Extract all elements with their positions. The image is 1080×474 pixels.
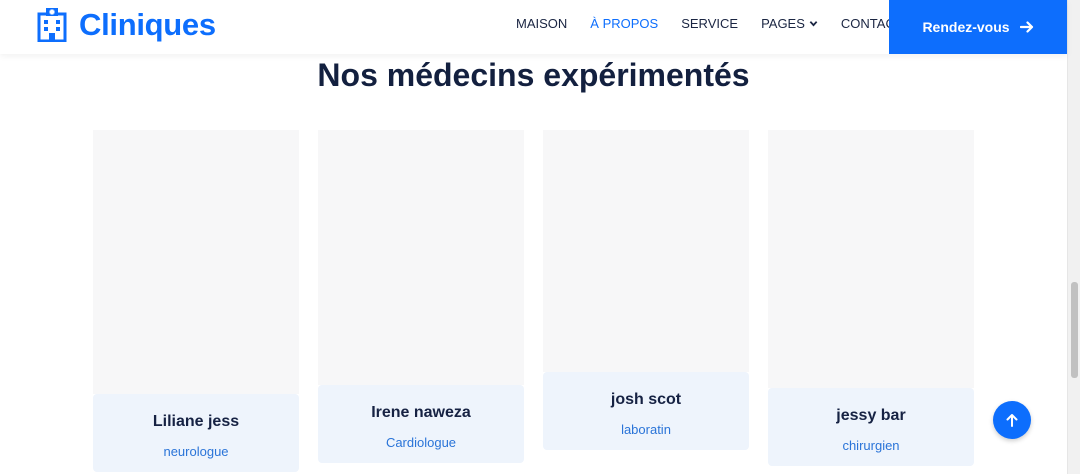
section-title: Nos médecins expérimentés <box>317 57 750 93</box>
doctor-role: chirurgien <box>842 438 900 453</box>
nav-item-service[interactable]: SERVICE <box>681 16 738 31</box>
doctor-photo <box>768 130 974 388</box>
doctor-role: neurologue <box>163 444 229 459</box>
doctor-name: Irene naweza <box>371 404 471 421</box>
page-scrollbar[interactable] <box>1067 0 1080 474</box>
doctor-role: laboratin <box>621 422 671 437</box>
doctor-info: Irene naweza Cardiologue <box>318 385 524 463</box>
doctor-info: Liliane jess neurologue <box>93 394 299 472</box>
chevron-down-icon <box>809 21 818 27</box>
doctor-role: Cardiologue <box>385 435 457 450</box>
arrow-right-icon <box>1019 21 1033 33</box>
brand[interactable]: Cliniques <box>37 7 216 43</box>
doctor-photo <box>543 130 749 372</box>
doctor-photo <box>93 130 299 394</box>
nav-item-pages-label: PAGES <box>761 16 805 31</box>
appointment-button[interactable]: Rendez-vous <box>889 0 1067 54</box>
arrow-up-icon <box>1006 414 1018 427</box>
main-nav: MAISON À PROPOS SERVICE PAGES CONTACT <box>516 16 903 31</box>
doctor-photo <box>318 130 524 385</box>
doctor-name: Liliane jess <box>152 413 240 430</box>
scrollbar-thumb[interactable] <box>1071 282 1078 378</box>
nav-item-maison[interactable]: MAISON <box>516 16 567 31</box>
hospital-icon <box>37 8 67 42</box>
doctor-info: josh scot laboratin <box>543 372 749 450</box>
doctor-info: jessy bar chirurgien <box>768 388 974 466</box>
nav-item-pages[interactable]: PAGES <box>761 16 818 31</box>
nav-item-a-propos[interactable]: À PROPOS <box>590 16 658 31</box>
back-to-top-button[interactable] <box>993 401 1031 439</box>
doctor-name: jessy bar <box>836 407 906 424</box>
navbar: Cliniques MAISON À PROPOS SERVICE PAGES … <box>0 0 1067 54</box>
brand-name: Cliniques <box>79 7 216 42</box>
doctor-name: josh scot <box>610 391 682 408</box>
appointment-button-label: Rendez-vous <box>922 19 1010 35</box>
